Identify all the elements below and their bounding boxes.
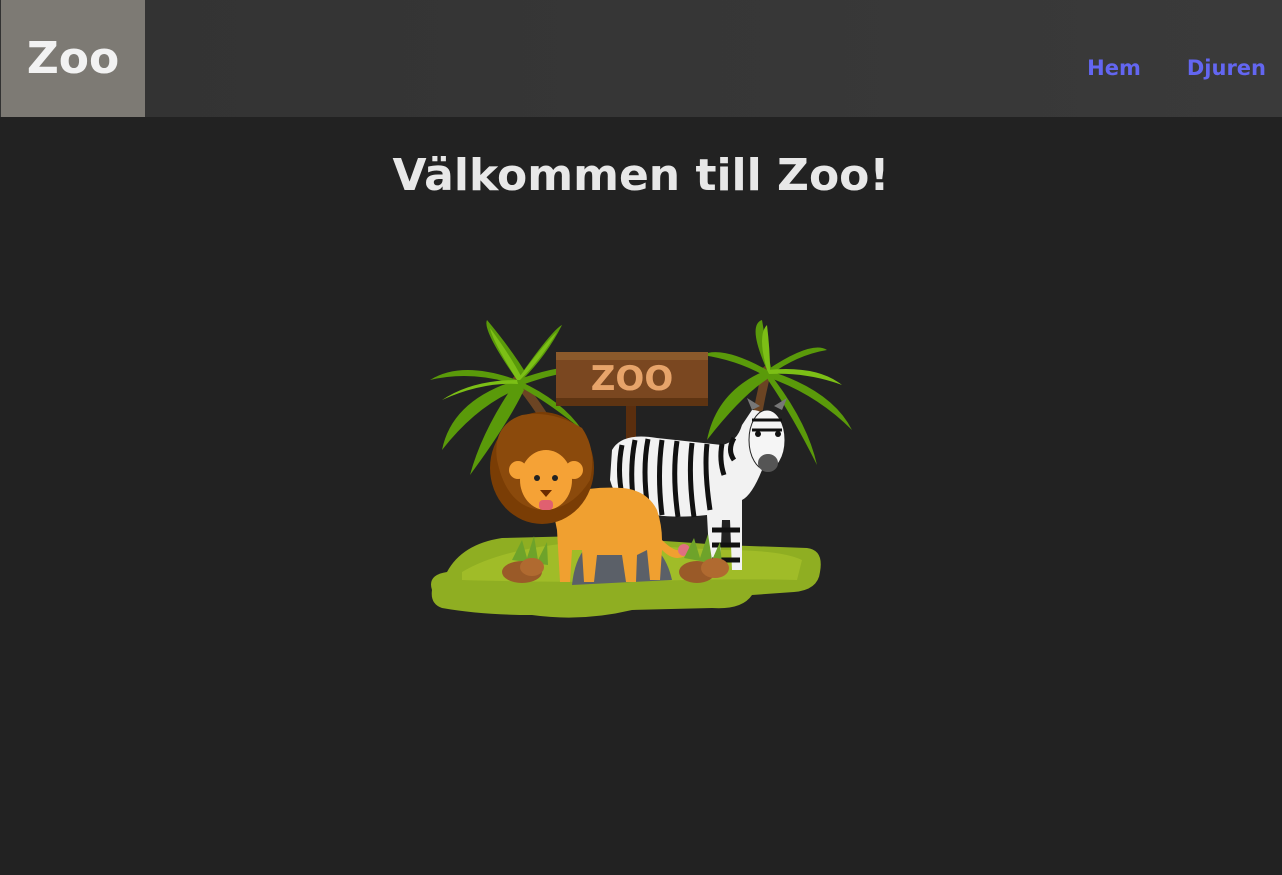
site-logo[interactable]: Zoo [1,0,145,117]
site-header: Zoo Hem Djuren [0,0,1282,117]
nav-link-djuren[interactable]: Djuren [1187,56,1266,80]
zoo-illustration: ZOO [430,320,852,618]
main-nav: Hem Djuren [1087,56,1266,80]
sign-text: ZOO [591,359,673,399]
nav-link-hem[interactable]: Hem [1087,56,1141,80]
page-title: Välkommen till Zoo! [392,150,890,201]
zebra-nose [758,454,778,472]
